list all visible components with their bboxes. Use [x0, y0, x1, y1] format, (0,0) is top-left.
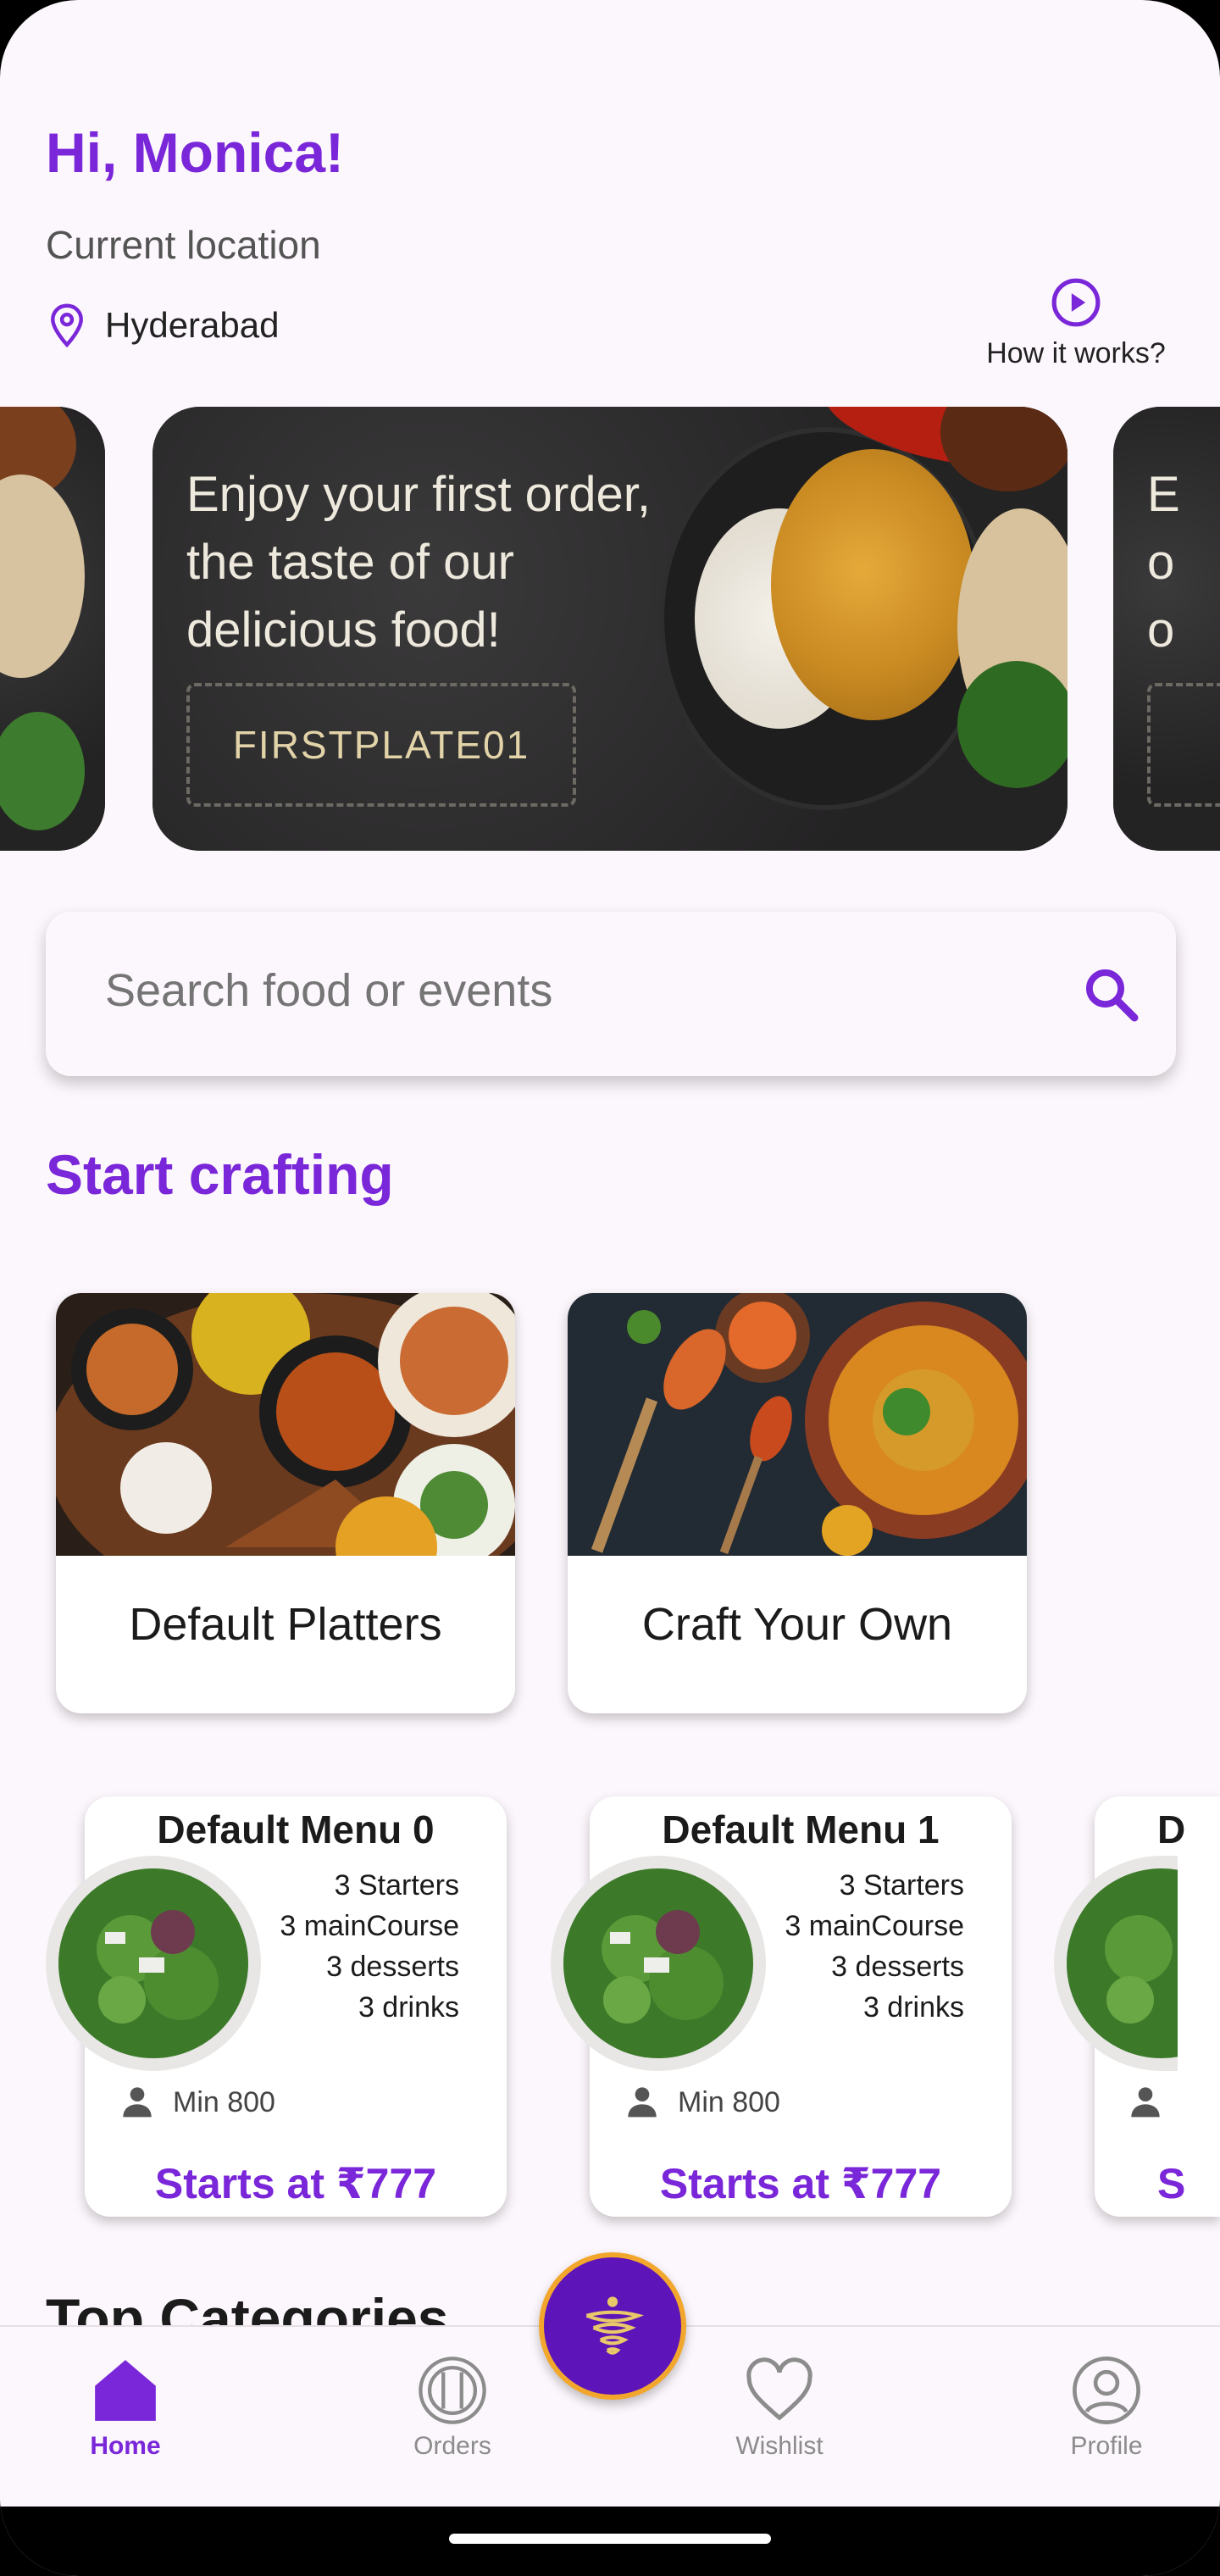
- default-platters-label: Default Platters: [129, 1599, 442, 1650]
- promo-banner-next[interactable]: Eoo: [1113, 407, 1220, 851]
- coupon-code[interactable]: FIRSTPLATE01: [186, 683, 576, 807]
- search-input[interactable]: [105, 964, 1037, 1017]
- default-platters-card[interactable]: Default Platters: [56, 1293, 515, 1713]
- promo-banner-prev[interactable]: [0, 407, 105, 851]
- user-circle-icon: [1073, 2357, 1140, 2424]
- menu-main-course: 3 mainCourse: [280, 1910, 459, 1942]
- nav-orders-label: Orders: [413, 2432, 491, 2460]
- search-icon[interactable]: [1081, 964, 1142, 1025]
- menu-drinks: 3 drinks: [862, 1991, 964, 2024]
- person-icon: [628, 2087, 657, 2118]
- menu-desserts: 3 desserts: [831, 1951, 964, 1983]
- search-bar[interactable]: [46, 912, 1176, 1076]
- min-guests: Min 800: [173, 2086, 275, 2118]
- craft-your-own-label: Craft Your Own: [641, 1599, 953, 1650]
- menu-starters: 3 Starters: [334, 1869, 459, 1901]
- how-it-works-button[interactable]: How it works?: [966, 276, 1186, 380]
- menu-desserts: 3 desserts: [326, 1951, 459, 1983]
- greeting-title: Hi, Monica!: [46, 121, 345, 184]
- location-city[interactable]: Hyderabad: [105, 305, 279, 346]
- brand-logo-icon: [585, 2296, 645, 2355]
- location-pin-icon: [51, 303, 83, 347]
- how-it-works-label: How it works?: [986, 337, 1166, 369]
- center-action-button[interactable]: [539, 2252, 686, 2400]
- nav-profile[interactable]: Profile: [1022, 2354, 1191, 2461]
- menu-price: Starts at ₹777: [154, 2160, 437, 2207]
- menu-main-course: 3 mainCourse: [785, 1910, 964, 1942]
- dal-bowl-image: [568, 1293, 1027, 1556]
- heart-icon: [746, 2357, 812, 2421]
- current-location-label: Current location: [46, 223, 321, 267]
- home-indicator[interactable]: [449, 2534, 771, 2544]
- promo-banner-text: Enjoy your first order, the taste of our…: [186, 467, 651, 658]
- app-screen: Hi, Monica! Current location Hyderabad H…: [0, 0, 1220, 2576]
- play-circle-icon: [1051, 278, 1101, 327]
- menu-title: Default Menu 0: [157, 1807, 435, 1852]
- min-guests: Min 800: [678, 2086, 780, 2118]
- nav-orders[interactable]: Orders: [368, 2354, 537, 2461]
- menu-price: Starts at ₹777: [659, 2160, 942, 2207]
- salad-image: [551, 1856, 766, 2071]
- salad-image: [46, 1856, 261, 2071]
- nav-profile-label: Profile: [1070, 2432, 1143, 2460]
- craft-your-own-card[interactable]: Craft Your Own: [568, 1293, 1027, 1713]
- salad-image: [1054, 1856, 1178, 2071]
- plate-cutlery-icon: [419, 2357, 486, 2424]
- nav-home-label: Home: [90, 2432, 161, 2460]
- person-icon: [123, 2087, 152, 2118]
- menu-starters: 3 Starters: [839, 1869, 964, 1901]
- start-crafting-title: Start crafting: [46, 1143, 394, 1206]
- menu-title: Default Menu 1: [662, 1807, 940, 1852]
- platter-image: [56, 1293, 515, 1556]
- nav-wishlist[interactable]: Wishlist: [695, 2354, 864, 2461]
- nav-home[interactable]: Home: [41, 2354, 210, 2461]
- home-icon: [95, 2360, 156, 2421]
- menu-drinks: 3 drinks: [358, 1991, 459, 2024]
- promo-banner[interactable]: Enjoy your first order, the taste of our…: [152, 407, 1068, 851]
- nav-wishlist-label: Wishlist: [735, 2432, 824, 2460]
